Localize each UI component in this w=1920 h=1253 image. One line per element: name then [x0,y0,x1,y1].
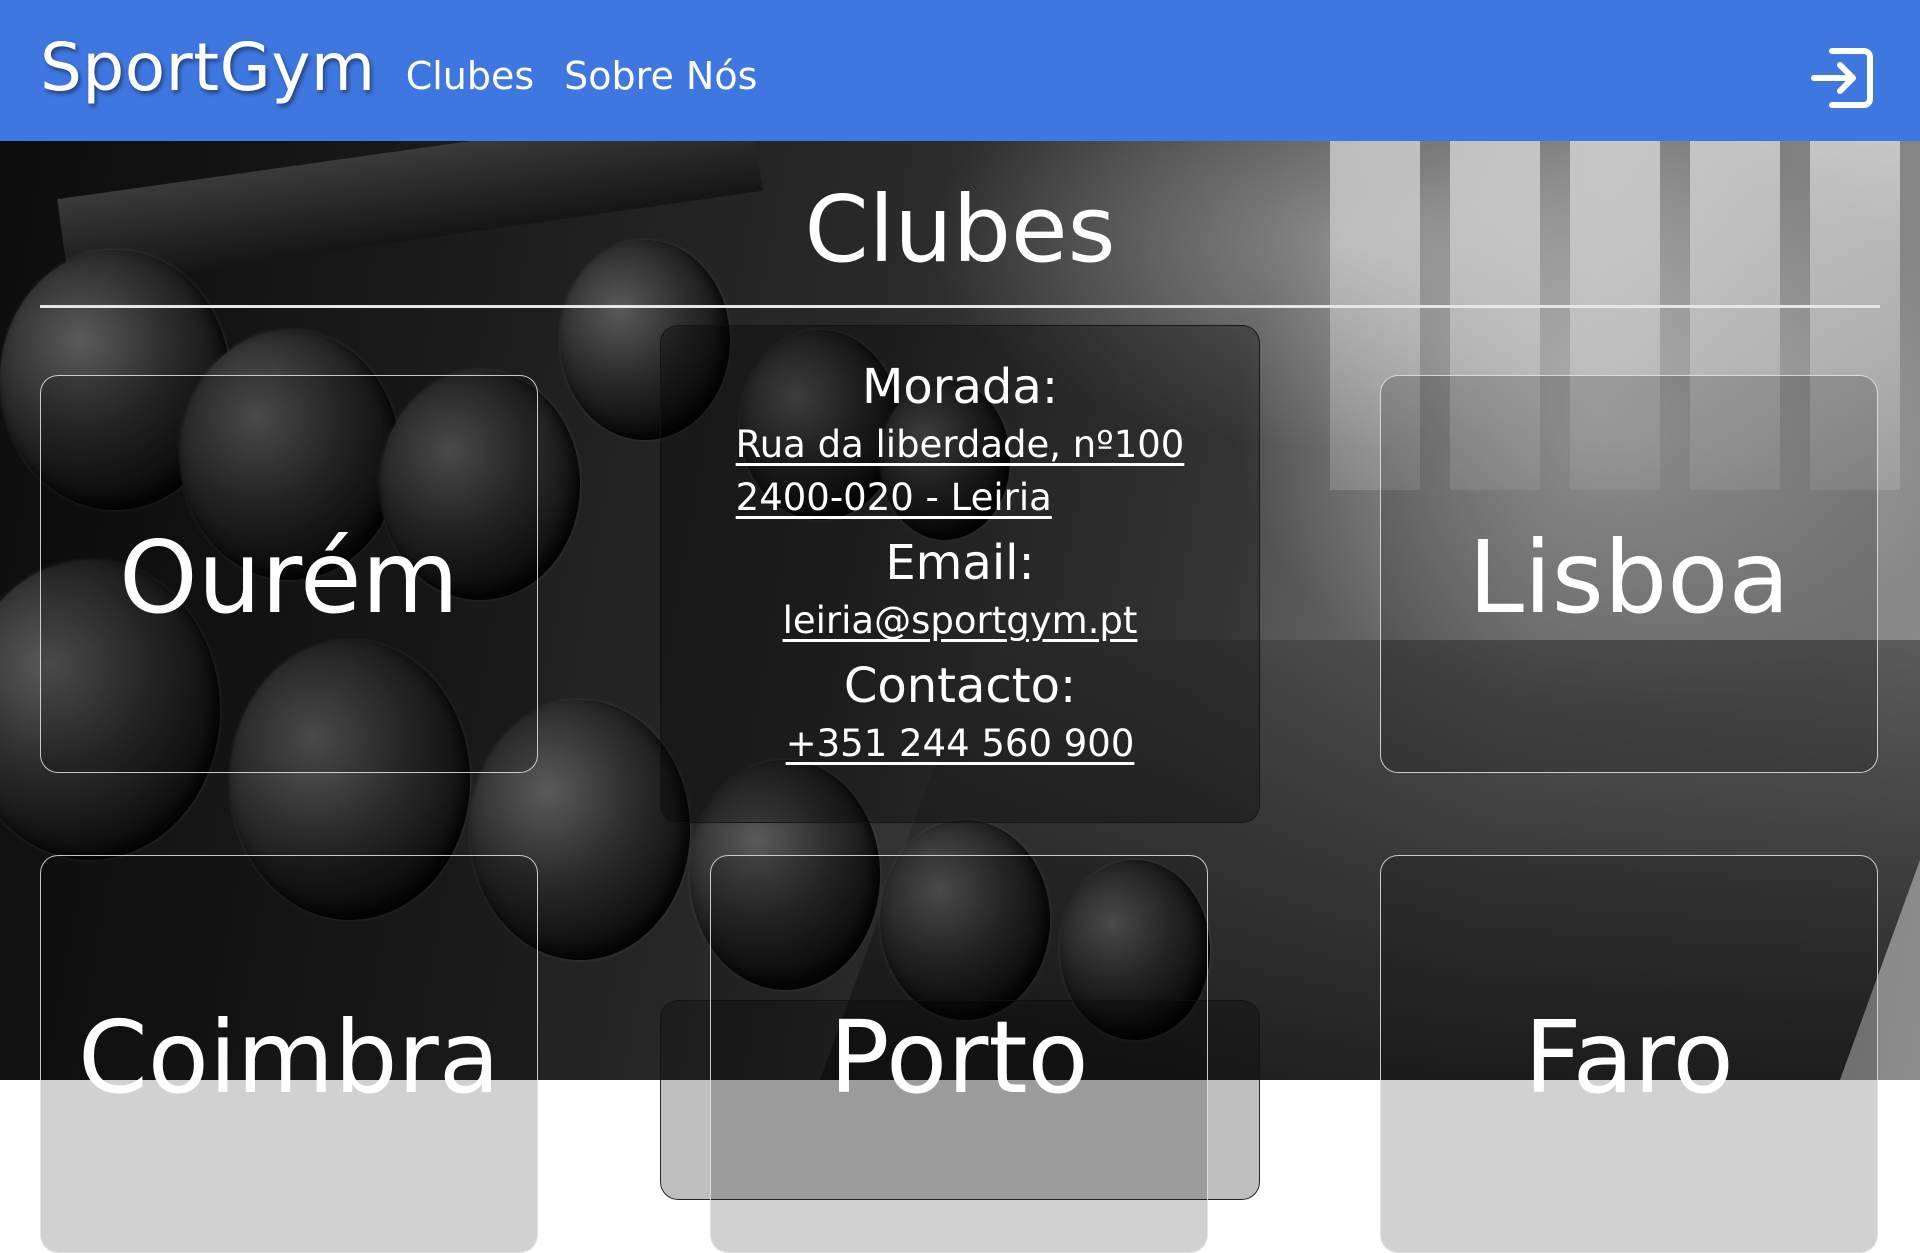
club-name: Porto [829,998,1089,1116]
club-name: Ourém [119,518,459,636]
club-card-ourem[interactable]: Ourém [40,375,538,773]
club-card-faro[interactable]: Faro [1380,855,1878,1253]
email-label: Email: [885,535,1035,591]
phone-link[interactable]: +351 244 560 900 [786,717,1135,770]
club-info-card-leiria: Morada: Rua da liberdade, nº100 2400-020… [660,325,1260,823]
address-line-1: Rua da liberdade, nº100 [735,423,1185,466]
club-name: Faro [1524,998,1734,1116]
page-title: Clubes [804,176,1116,283]
club-card-lisboa[interactable]: Lisboa [1380,375,1878,773]
address-label: Morada: [862,359,1058,415]
address-link[interactable]: Rua da liberdade, nº100 2400-020 - Leiri… [736,418,1185,524]
nav-link-clubes[interactable]: Clubes [406,54,534,98]
club-card-porto[interactable]: Porto [710,855,1208,1253]
club-card-coimbra[interactable]: Coimbra [40,855,538,1253]
title-divider [40,305,1880,308]
top-navbar: SportGym Clubes Sobre Nós [0,0,1920,141]
club-name: Coimbra [77,998,501,1116]
brand-logo[interactable]: SportGym [40,29,376,106]
contact-label: Contacto: [843,658,1077,714]
club-name: Lisboa [1468,518,1790,636]
nav-link-sobre-nos[interactable]: Sobre Nós [564,54,757,98]
sign-in-icon[interactable] [1808,45,1874,111]
address-line-2: 2400-020 - Leiria [735,476,1052,519]
email-link[interactable]: leiria@sportgym.pt [783,594,1138,647]
